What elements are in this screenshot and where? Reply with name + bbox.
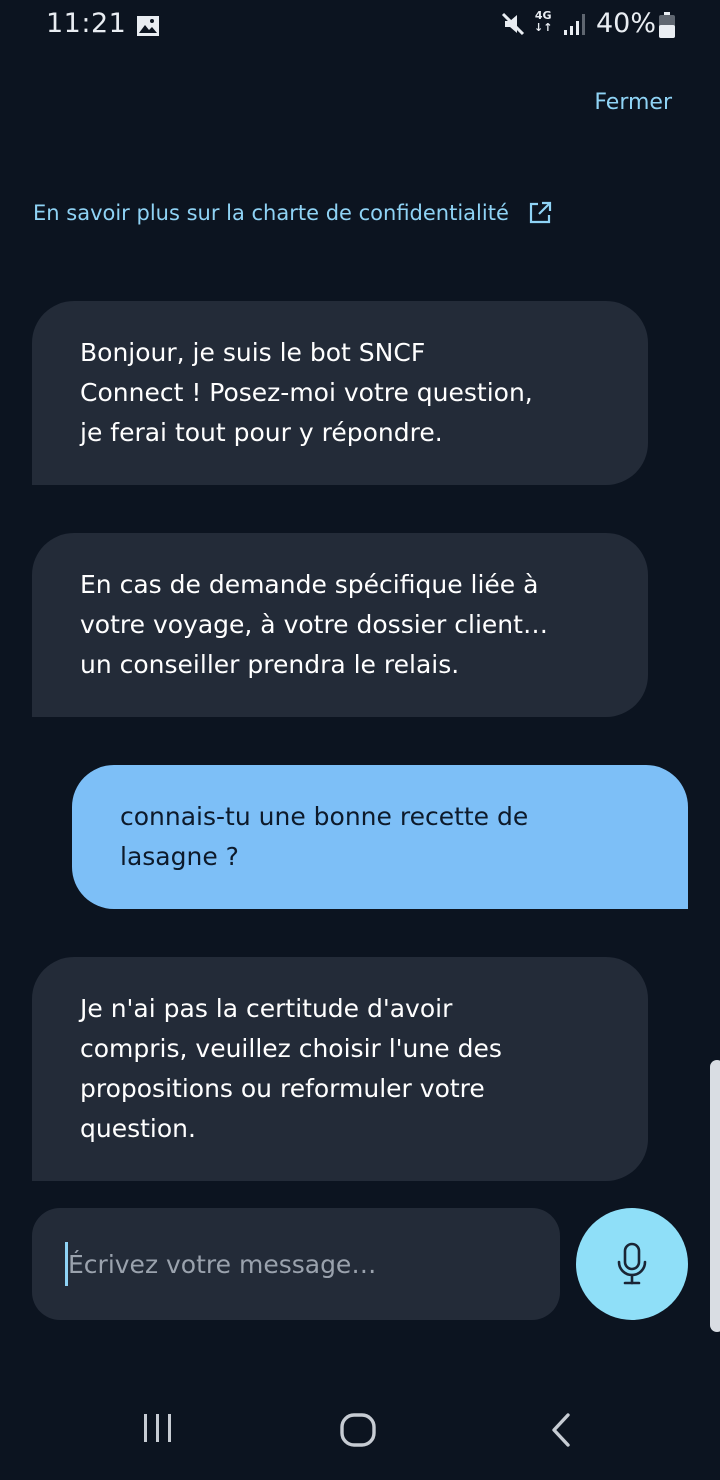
chat-screen: 11:21 4G ↓↑ 40% Fermer En savoir plus su… (0, 0, 720, 1480)
battery-percent: 40% (596, 8, 657, 39)
user-message: connais-tu une bonne recette de lasagne … (72, 765, 688, 909)
privacy-policy-label: En savoir plus sur la charte de confiden… (33, 201, 509, 225)
microphone-button[interactable] (576, 1208, 688, 1320)
home-icon[interactable] (338, 1410, 378, 1450)
navigation-bar (0, 1380, 720, 1480)
bot-message: Je n'ai pas la certitude d'avoir compris… (32, 957, 648, 1181)
status-bar: 11:21 4G ↓↑ 40% (0, 0, 720, 52)
mute-icon (500, 10, 526, 38)
status-time: 11:21 (46, 8, 127, 39)
message-text: Je n'ai pas la certitude d'avoir compris… (80, 994, 502, 1143)
network-indicator: 4G ↓↑ (534, 9, 553, 34)
message-input[interactable] (68, 1238, 538, 1290)
message-text: connais-tu une bonne recette de lasagne … (120, 802, 529, 871)
close-button[interactable]: Fermer (594, 90, 672, 115)
message-text: En cas de demande spécifique liée à votr… (80, 570, 548, 679)
network-type: 4G (534, 9, 552, 22)
battery-icon (659, 12, 675, 38)
external-link-icon (527, 200, 553, 226)
microphone-icon (617, 1242, 647, 1285)
bot-message: Bonjour, je suis le bot SNCF Connect ! P… (32, 301, 648, 485)
message-text: Bonjour, je suis le bot SNCF Connect ! P… (80, 338, 533, 447)
scroll-handle[interactable] (710, 1060, 720, 1332)
recent-apps-icon[interactable] (140, 1410, 176, 1446)
gallery-icon (136, 13, 160, 36)
back-icon[interactable] (544, 1410, 576, 1450)
message-composer[interactable] (32, 1208, 560, 1320)
bot-message: En cas de demande spécifique liée à votr… (32, 533, 648, 717)
signal-icon (563, 12, 589, 36)
privacy-policy-link[interactable]: En savoir plus sur la charte de confiden… (33, 200, 553, 226)
